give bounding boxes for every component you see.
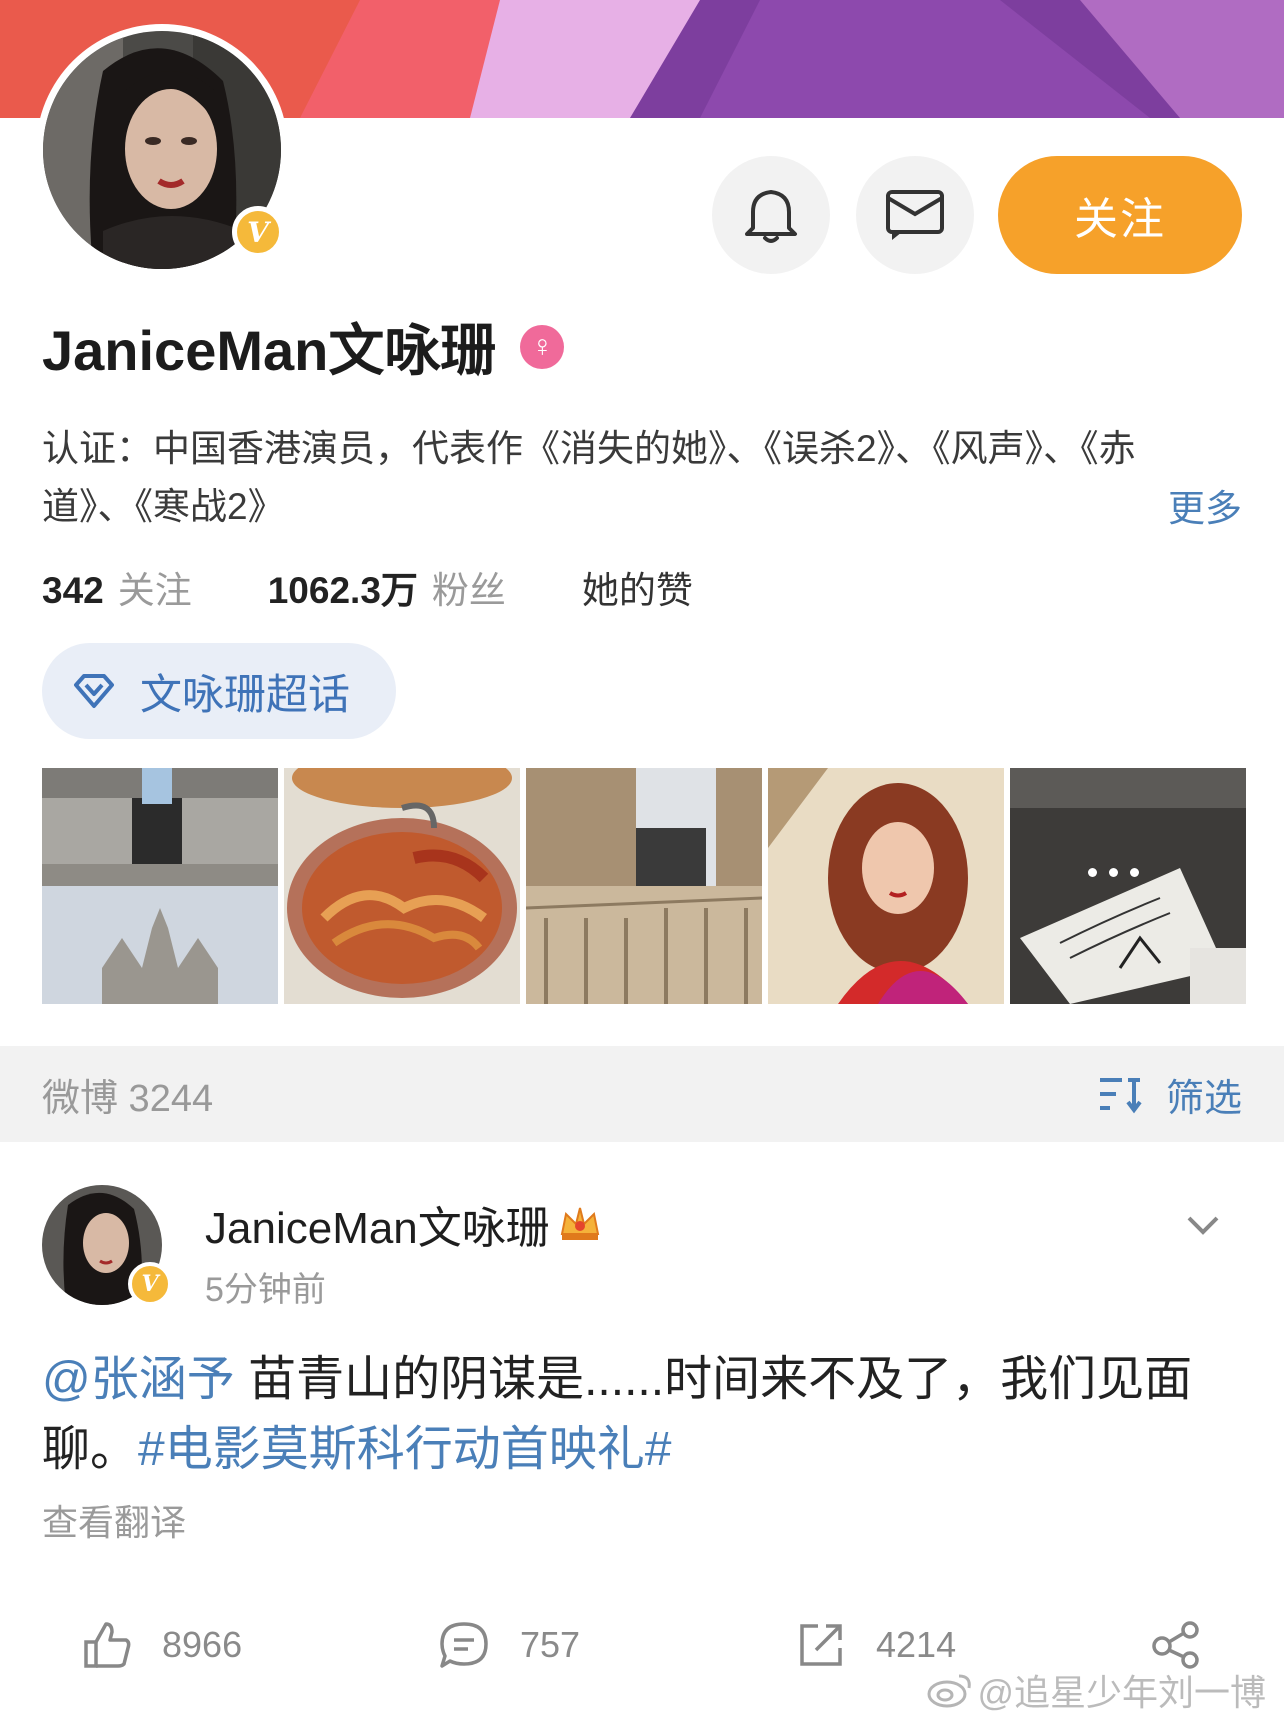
post-verified-badge-icon: V [128, 1262, 172, 1306]
more-link[interactable]: 更多 [1168, 478, 1242, 532]
message-button[interactable] [856, 156, 974, 274]
weibo-count: 微博 3244 [42, 1077, 214, 1120]
post-author-name[interactable]: JaniceMan文咏珊 [205, 1192, 602, 1256]
fans-count[interactable]: 1062.3万 [268, 560, 418, 614]
photo-thumbnail[interactable] [284, 768, 520, 1004]
repost-button[interactable]: 4214 [796, 1620, 956, 1670]
more-photos-indicator [1088, 868, 1139, 877]
filter-label: 筛选 [1165, 1077, 1242, 1120]
crown-icon [560, 1207, 600, 1240]
following-count[interactable]: 342 [42, 570, 104, 612]
photo-thumbnail[interactable] [42, 768, 278, 1004]
share-button[interactable] [1150, 1620, 1234, 1670]
likes-link[interactable]: 她的赞 [582, 560, 693, 614]
profile-stats: 342 关注 1062.3万 粉丝 她的赞 [42, 560, 693, 614]
profile-name-row: JaniceMan文咏珊 ♀ [42, 306, 565, 387]
female-icon: ♀ [520, 324, 565, 369]
diamond-icon [74, 674, 114, 708]
translate-link[interactable]: 查看翻译 [42, 1494, 186, 1546]
photo-thumbnail[interactable] [768, 768, 1004, 1004]
weibo-section-bar: 微博 3244 筛选 [0, 1046, 1284, 1142]
comment-count: 757 [520, 1624, 581, 1665]
weibo-logo-icon [927, 1674, 972, 1708]
watermark-text: @追星少年刘一博 [977, 1672, 1266, 1713]
weibo-watermark: @追星少年刘一博 [927, 1664, 1266, 1716]
notification-bell-button[interactable] [712, 156, 830, 274]
repost-icon [800, 1624, 842, 1666]
following-label[interactable]: 关注 [118, 560, 192, 614]
supertopic-button[interactable]: 文咏珊超话 [42, 643, 397, 739]
post-body: @张涵予 苗青山的阴谋是......时间来不及了，我们见面聊。#电影莫斯科行动首… [42, 1345, 1242, 1485]
photo-thumbnail[interactable] [526, 768, 762, 1004]
share-icon [1152, 1621, 1199, 1669]
verified-badge-icon: V [232, 206, 284, 258]
comment-icon [440, 1622, 488, 1668]
profile-avatar[interactable]: V [36, 24, 288, 276]
fans-label[interactable]: 粉丝 [432, 560, 506, 614]
bell-icon [745, 190, 797, 243]
mail-icon [886, 190, 944, 240]
post-author-label: JaniceMan文咏珊 [205, 1204, 550, 1253]
photo-strip [42, 768, 1246, 1004]
hashtag-link[interactable]: #电影莫斯科行动首映礼# [138, 1423, 671, 1476]
photo-thumbnail[interactable] [1010, 768, 1246, 1004]
like-button[interactable]: 8966 [82, 1620, 242, 1670]
filter-icon [1099, 1078, 1142, 1114]
follow-button[interactable]: 关注 [998, 156, 1242, 274]
thumbs-up-icon [84, 1622, 131, 1668]
filter-button[interactable]: 筛选 [1098, 1067, 1242, 1122]
supertopic-label: 文咏珊超话 [140, 670, 351, 718]
post-timestamp: 5分钟前 [205, 1271, 326, 1309]
post-options-chevron-icon[interactable] [1186, 1214, 1220, 1241]
profile-name: JaniceMan文咏珊 [42, 319, 497, 382]
verification-text: 认证：中国香港演员，代表作《消失的她》、《误杀2》、《风声》、《赤道》、《寒战2… [42, 428, 1136, 527]
mention-link[interactable]: @张涵予 [42, 1353, 235, 1406]
repost-count: 4214 [876, 1624, 957, 1665]
comment-button[interactable]: 757 [438, 1620, 580, 1670]
like-count: 8966 [162, 1624, 243, 1665]
